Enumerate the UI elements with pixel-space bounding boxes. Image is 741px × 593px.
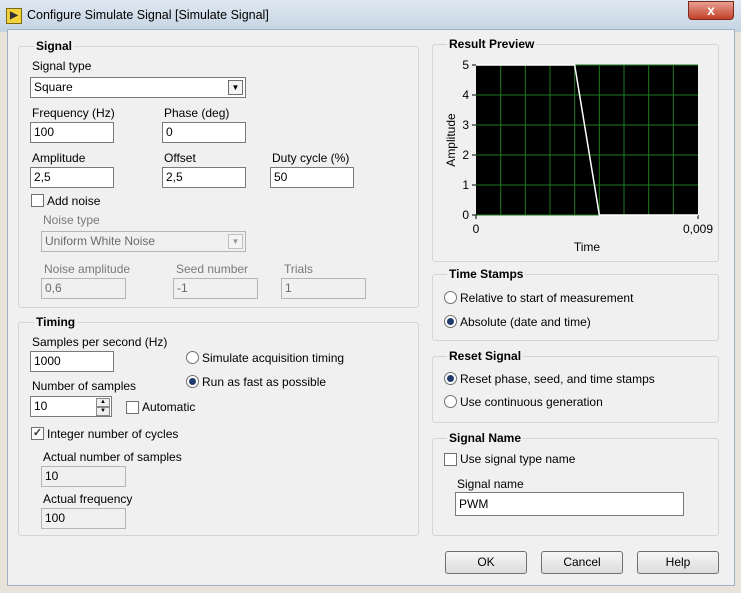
add-noise-label[interactable]: Add noise: [47, 194, 100, 208]
run-fast-radio[interactable]: [186, 375, 199, 388]
y-tick-label: 4: [462, 88, 469, 102]
reset-phase-label[interactable]: Reset phase, seed, and time stamps: [460, 372, 655, 386]
spin-down-icon[interactable]: ▼: [96, 407, 110, 416]
continuous-generation-radio[interactable]: [444, 395, 457, 408]
duty-cycle-input[interactable]: 50: [270, 167, 354, 188]
x-tick-label: 0,009: [683, 222, 713, 236]
reset-phase-radio[interactable]: [444, 372, 457, 385]
simulate-timing-label[interactable]: Simulate acquisition timing: [202, 351, 344, 365]
add-noise-checkbox[interactable]: [31, 194, 44, 207]
time-stamps-title: Time Stamps: [447, 267, 526, 281]
signal-type-value: Square: [34, 80, 73, 94]
amplitude-input[interactable]: 2,5: [30, 167, 114, 188]
signal-type-select[interactable]: Square ▼: [30, 77, 246, 98]
relative-time-label[interactable]: Relative to start of measurement: [460, 291, 633, 305]
reset-signal-title: Reset Signal: [447, 349, 524, 363]
result-preview-title: Result Preview: [447, 37, 537, 51]
actual-frequency-value: 100: [41, 508, 126, 529]
window-title: Configure Simulate Signal [Simulate Sign…: [27, 8, 269, 22]
duty-cycle-label: Duty cycle (%): [272, 151, 350, 165]
frequency-label: Frequency (Hz): [32, 106, 115, 120]
seed-number-input[interactable]: -1: [173, 278, 258, 299]
actual-samples-value: 10: [41, 466, 126, 487]
checkmark-icon: ✓: [32, 427, 43, 439]
noise-type-select[interactable]: Uniform White Noise ▼: [41, 231, 246, 252]
time-stamps-group: [432, 274, 719, 341]
use-signal-type-name-label[interactable]: Use signal type name: [460, 452, 575, 466]
help-button[interactable]: Help: [637, 551, 719, 574]
phase-label: Phase (deg): [164, 106, 230, 120]
trials-input[interactable]: 1: [281, 278, 366, 299]
chevron-down-icon[interactable]: ▼: [228, 234, 243, 249]
radio-selected-dot: [447, 318, 454, 325]
reset-signal-group: [432, 356, 719, 423]
actual-frequency-label: Actual frequency: [43, 492, 133, 506]
samples-per-second-label: Samples per second (Hz): [32, 335, 168, 349]
absolute-time-radio[interactable]: [444, 315, 457, 328]
offset-label: Offset: [164, 151, 196, 165]
absolute-time-label[interactable]: Absolute (date and time): [460, 315, 591, 329]
automatic-label[interactable]: Automatic: [142, 400, 195, 414]
actual-samples-label: Actual number of samples: [43, 450, 182, 464]
y-tick-label: 5: [462, 58, 469, 72]
number-of-samples-label: Number of samples: [32, 379, 137, 393]
number-of-samples-input[interactable]: 10 ▲ ▼: [30, 396, 112, 417]
phase-input[interactable]: 0: [162, 122, 246, 143]
simulate-timing-radio[interactable]: [186, 351, 199, 364]
labview-vi-icon: ▶: [6, 8, 22, 24]
offset-input[interactable]: 2,5: [162, 167, 246, 188]
samples-per-second-input[interactable]: 1000: [30, 351, 114, 372]
noise-type-label: Noise type: [43, 213, 100, 227]
relative-time-radio[interactable]: [444, 291, 457, 304]
title-bar[interactable]: ▶ Configure Simulate Signal [Simulate Si…: [0, 0, 741, 32]
number-of-samples-value: 10: [34, 399, 48, 413]
seed-number-label: Seed number: [176, 262, 249, 276]
noise-amplitude-label: Noise amplitude: [44, 262, 131, 276]
signal-name-title: Signal Name: [447, 431, 524, 445]
continuous-generation-label[interactable]: Use continuous generation: [460, 395, 603, 409]
y-tick-label: 0: [462, 208, 469, 222]
noise-amplitude-input[interactable]: 0,6: [41, 278, 126, 299]
integer-cycles-checkbox[interactable]: ✓: [31, 427, 44, 440]
use-signal-type-name-checkbox[interactable]: [444, 453, 457, 466]
close-icon: x: [707, 2, 715, 18]
run-fast-label[interactable]: Run as fast as possible: [202, 375, 326, 389]
y-tick-label: 2: [462, 148, 469, 162]
amplitude-label: Amplitude: [32, 151, 86, 165]
timing-group-title: Timing: [34, 315, 78, 329]
spin-up-icon[interactable]: ▲: [96, 398, 110, 407]
signal-name-input[interactable]: PWM: [455, 492, 684, 516]
ok-button[interactable]: OK: [445, 551, 527, 574]
cancel-button[interactable]: Cancel: [541, 551, 623, 574]
automatic-checkbox[interactable]: [126, 401, 139, 414]
radio-selected-dot: [189, 378, 196, 385]
signal-type-label: Signal type: [32, 59, 92, 73]
signal-group-title: Signal: [34, 39, 75, 53]
y-tick-label: 1: [462, 178, 469, 192]
close-button[interactable]: x: [688, 1, 734, 20]
radio-selected-dot: [447, 375, 454, 382]
noise-type-value: Uniform White Noise: [45, 234, 156, 248]
y-axis-label: Amplitude: [444, 113, 458, 167]
x-tick-label: 0: [473, 222, 480, 236]
chevron-down-icon[interactable]: ▼: [228, 80, 243, 95]
x-axis-label: Time: [574, 240, 601, 254]
integer-cycles-label[interactable]: Integer number of cycles: [47, 427, 178, 441]
result-preview-chart: 0 1 2 3 4 5 0 0,009 Amplitude Time: [444, 58, 713, 254]
signal-name-label: Signal name: [457, 477, 524, 491]
trials-label: Trials: [284, 262, 313, 276]
frequency-input[interactable]: 100: [30, 122, 114, 143]
y-tick-label: 3: [462, 118, 469, 132]
